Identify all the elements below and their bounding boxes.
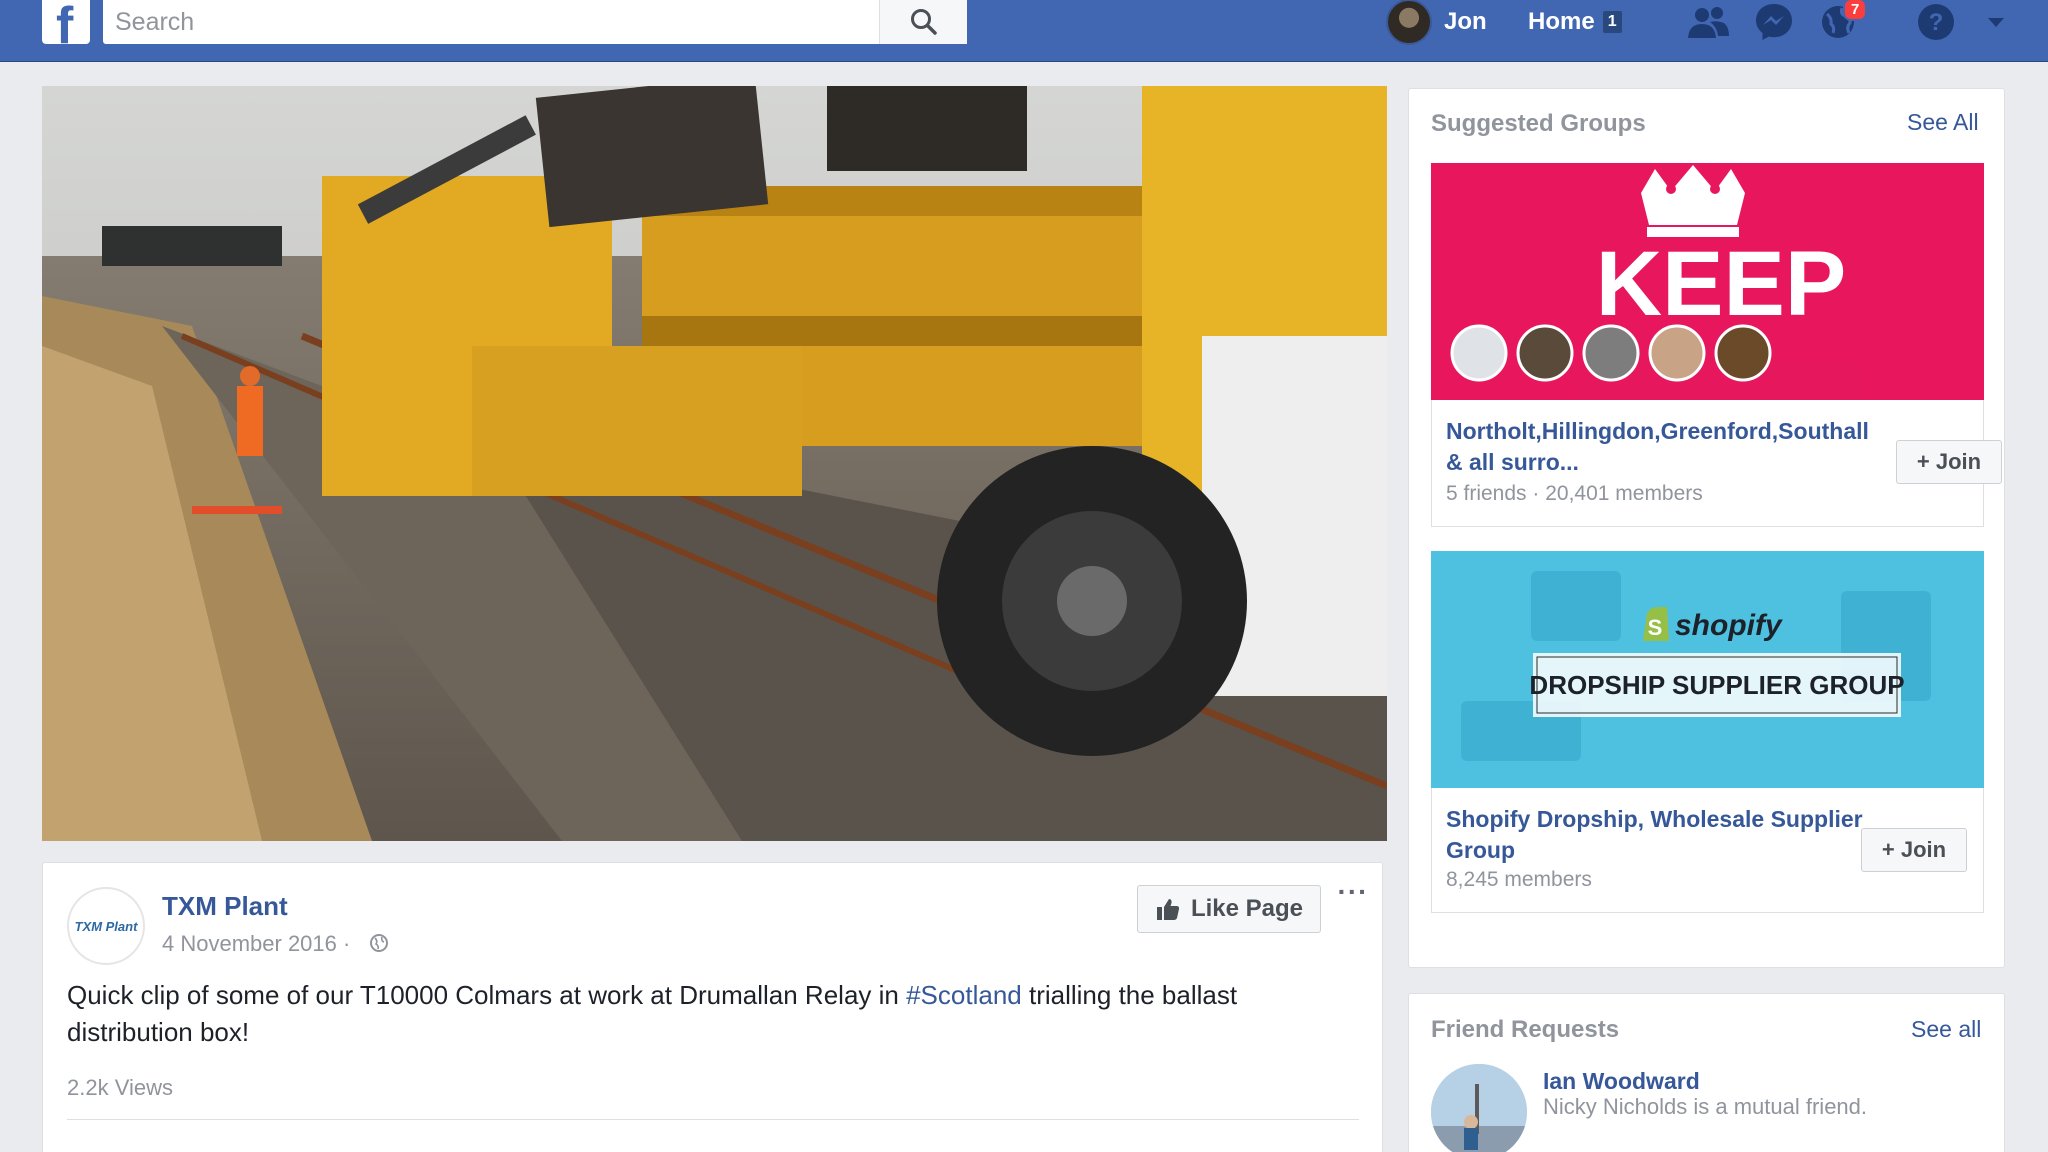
avatar[interactable] bbox=[1431, 1064, 1527, 1152]
group-card: S shopify DROPSHIP SUPPLIER GROUP Shopif… bbox=[1431, 551, 1984, 913]
friend-requests-icon[interactable] bbox=[1684, 0, 1734, 44]
top-navigation-bar: f Jon Home 1 7 ? bbox=[0, 0, 2048, 62]
suggested-groups-title: Suggested Groups bbox=[1431, 110, 1646, 137]
svg-text:?: ? bbox=[1929, 9, 1944, 36]
post-card: TXM Plant TXM Plant 4 November 2016 · Li… bbox=[42, 862, 1383, 1152]
shopify-brand-text: shopify bbox=[1675, 609, 1783, 642]
group-meta: 5 friends · 20,401 members bbox=[1446, 482, 1703, 505]
public-audience-icon[interactable] bbox=[369, 933, 389, 953]
group-name-link[interactable]: Shopify Dropship, Wholesale Supplier Gro… bbox=[1446, 804, 1886, 866]
banner-keep-text: KEEP bbox=[1596, 233, 1847, 335]
page-avatar[interactable]: TXM Plant bbox=[67, 887, 145, 965]
account-menu-chevron-down-icon[interactable] bbox=[1982, 0, 2010, 44]
more-options-button[interactable]: ··· bbox=[1333, 878, 1373, 913]
facebook-logo[interactable]: f bbox=[42, 0, 90, 55]
post-text-start: Quick clip of some of our T10000 Colmars… bbox=[67, 980, 907, 1010]
suggested-groups-panel: Suggested Groups See All KEEP Northolt,H… bbox=[1408, 88, 2005, 968]
divider bbox=[67, 1119, 1359, 1120]
shopify-dropship-banner: S shopify DROPSHIP SUPPLIER GROUP bbox=[1431, 551, 1984, 788]
friend-name-link[interactable]: Ian Woodward bbox=[1543, 1068, 1700, 1095]
group-card: KEEP Northolt,Hillingdon,Greenford,South… bbox=[1431, 163, 2002, 527]
hashtag-link[interactable]: #Scotland bbox=[906, 980, 1022, 1010]
like-page-button[interactable]: Like Page bbox=[1137, 885, 1321, 933]
video-frame-image bbox=[42, 86, 1387, 841]
home-link[interactable]: Home 1 bbox=[1528, 0, 1622, 44]
see-all-requests-link[interactable]: See all bbox=[1911, 1016, 1981, 1043]
profile-link[interactable]: Jon bbox=[1386, 0, 1487, 45]
group-cover-image[interactable]: KEEP bbox=[1431, 163, 1984, 400]
search-icon bbox=[911, 9, 937, 35]
search-input[interactable] bbox=[115, 6, 875, 38]
more-options-label: ··· bbox=[1337, 876, 1369, 907]
group-name-link[interactable]: Northolt,Hillingdon,Greenford,Southall &… bbox=[1446, 416, 1886, 478]
facebook-logo-letter: f bbox=[56, 0, 74, 55]
page-name-link[interactable]: TXM Plant bbox=[162, 891, 288, 922]
mutual-friend-text: Nicky Nicholds is a mutual friend. bbox=[1543, 1094, 1868, 1119]
date-separator: · bbox=[343, 931, 351, 956]
like-page-label: Like Page bbox=[1190, 895, 1304, 922]
see-all-groups-link[interactable]: See All bbox=[1907, 109, 1979, 136]
join-label: + Join bbox=[1881, 837, 1947, 862]
help-icon[interactable]: ? bbox=[1914, 0, 1958, 44]
post-date[interactable]: 4 November 2016 · bbox=[162, 931, 350, 957]
join-group-button[interactable]: + Join bbox=[1896, 440, 2002, 484]
home-label: Home bbox=[1528, 8, 1595, 35]
svg-text:S: S bbox=[1648, 615, 1663, 640]
video-player[interactable] bbox=[42, 86, 1387, 841]
view-count: 2.2k Views bbox=[67, 1075, 173, 1100]
user-name: Jon bbox=[1444, 8, 1487, 35]
search-box bbox=[103, 0, 967, 44]
dropship-banner-text: DROPSHIP SUPPLIER GROUP bbox=[1529, 670, 1904, 700]
friend-requests-panel: Friend Requests See all Ian Woodward Nic… bbox=[1408, 993, 2005, 1152]
post-date-text: 4 November 2016 bbox=[162, 931, 337, 956]
friend-requests-title: Friend Requests bbox=[1431, 1016, 1620, 1043]
group-cover-image[interactable]: S shopify DROPSHIP SUPPLIER GROUP bbox=[1431, 551, 1984, 788]
search-button[interactable] bbox=[879, 0, 967, 44]
messenger-icon[interactable] bbox=[1752, 0, 1796, 44]
thumbs-up-icon bbox=[1156, 899, 1180, 920]
page-avatar-logo: TXM Plant bbox=[74, 918, 138, 934]
group-meta: 8,245 members bbox=[1446, 868, 1592, 891]
keep-calm-banner: KEEP bbox=[1431, 163, 1984, 400]
join-group-button[interactable]: + Join bbox=[1861, 828, 1967, 872]
home-count-badge: 1 bbox=[1602, 11, 1622, 33]
friend-profile-photo bbox=[1431, 1064, 1527, 1152]
post-text: Quick clip of some of our T10000 Colmars… bbox=[67, 977, 1357, 1051]
notifications-count-badge: 7 bbox=[1843, 0, 1868, 21]
join-label: + Join bbox=[1916, 449, 1982, 474]
avatar bbox=[1386, 0, 1432, 45]
